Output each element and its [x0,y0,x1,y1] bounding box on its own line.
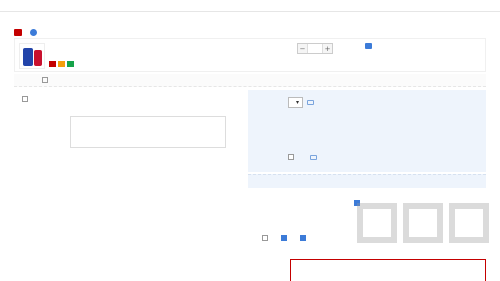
insurance-row [256,154,317,160]
chat-icon[interactable] [30,29,37,36]
charity-checkbox[interactable] [42,77,48,83]
chevron-down-icon: ▾ [296,99,300,106]
badge-icon [58,61,65,67]
message-icon[interactable] [310,154,317,160]
cart-item: − + [14,38,486,72]
option-addr-confirm-checkbox[interactable] [281,235,287,241]
increment-button[interactable]: + [323,44,332,53]
promo-icon[interactable] [365,43,372,49]
shop-row [14,28,37,37]
option-anon[interactable] [262,235,271,241]
promo-info [363,43,372,49]
option-addr-confirm[interactable] [281,235,290,241]
badge-icon [49,61,56,67]
decrement-button[interactable]: − [298,44,307,53]
quantity-input[interactable] [307,44,323,53]
shop-total-row [248,174,486,188]
message-icon[interactable] [307,100,315,105]
order-options-right: ▾ [248,90,486,172]
table-header [0,0,500,12]
badge-icon [67,61,74,67]
quantity-stepper: − + [297,43,333,54]
memo-input[interactable] [70,116,226,148]
product-thumbnail[interactable] [19,43,45,69]
invoice-checkbox[interactable] [22,96,28,102]
order-options-left [14,90,244,188]
watermark-logo [357,203,489,243]
option-third-checkbox[interactable] [300,235,306,241]
coupon-row: ▾ [256,97,315,108]
shop-icon [14,29,22,36]
checkout-options [262,235,309,241]
invoice-option[interactable] [22,96,31,102]
charity-row [14,74,486,87]
option-anon-checkbox[interactable] [262,235,268,241]
insurance-checkbox[interactable] [288,154,294,160]
option-third[interactable] [300,235,309,241]
coupon-select[interactable]: ▾ [288,97,304,108]
product-badges [49,61,74,67]
